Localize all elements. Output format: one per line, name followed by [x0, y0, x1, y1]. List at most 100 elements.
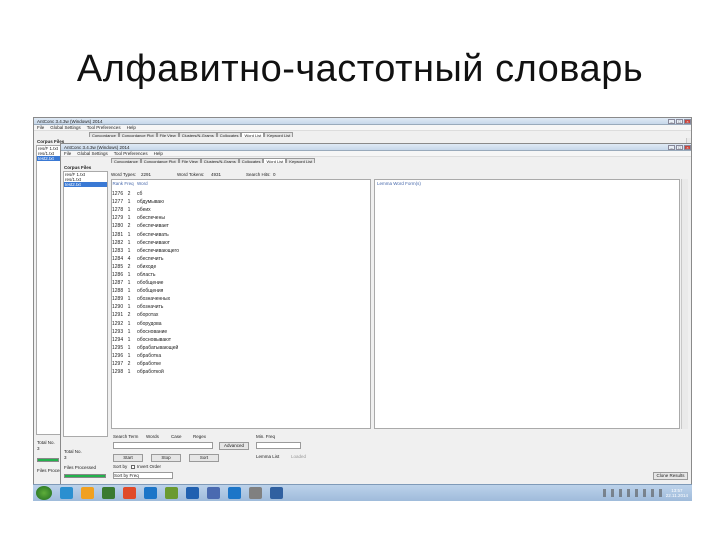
outer-menu-tool-preferences[interactable]: Tool Preferences	[87, 125, 121, 130]
corpus-files-list[interactable]: res/F 1.txt res/1.txt test2.txt	[63, 171, 108, 437]
rank-cell: 1294	[112, 336, 124, 343]
taskbar-app-icon[interactable]	[207, 487, 220, 499]
outer-file-item-selected[interactable]: test2.txt	[37, 156, 60, 161]
outer-menu-help[interactable]: Help	[127, 125, 136, 130]
outer-tab-word-list[interactable]: Word List	[241, 132, 265, 138]
taskbar-app-icon[interactable]	[81, 487, 94, 499]
word-cell: обработке	[137, 361, 162, 368]
taskbar-app-icon[interactable]	[60, 487, 73, 499]
search-term-input[interactable]	[113, 442, 213, 449]
outer-tab-collocates[interactable]: Collocates	[216, 132, 242, 138]
word-list-row[interactable]: 1293 1 обоснование	[112, 328, 370, 336]
outer-menu-global-settings[interactable]: Global Settings	[50, 125, 81, 130]
inner-menu-help[interactable]: Help	[154, 151, 163, 156]
word-list-row[interactable]: 1289 1 обозначенных	[112, 295, 370, 303]
word-list-row[interactable]: 1297 2 обработке	[112, 360, 370, 368]
close-icon[interactable]: ×	[684, 144, 691, 150]
taskbar-app-icon[interactable]	[228, 487, 241, 499]
system-tray: 13:57 22.11.2014	[602, 488, 692, 498]
search-option-regex[interactable]: Regex	[193, 434, 206, 439]
word-list-row[interactable]: 1281 1 обеспечивать	[112, 230, 370, 238]
word-list-row[interactable]: 1280 2 обеспечивает	[112, 222, 370, 230]
rank-cell: 1284	[112, 255, 124, 262]
file-item-selected[interactable]: test2.txt	[64, 182, 107, 187]
tab-word-list[interactable]: Word List	[263, 158, 287, 164]
inner-title-bar[interactable]: AntConc 3.4.3w (Windows) 2014 – □ ×	[61, 144, 691, 151]
inner-menu-tool-preferences[interactable]: Tool Preferences	[114, 151, 148, 156]
outer-menu-file[interactable]: File	[37, 125, 44, 130]
taskbar-app-icon[interactable]	[123, 487, 136, 499]
word-list-row[interactable]: 1283 1 обеспечивающего	[112, 247, 370, 255]
word-column-header[interactable]: Word	[134, 181, 148, 186]
min-freq-input[interactable]	[256, 442, 301, 449]
outer-corpus-files-list[interactable]: res/F 1.txt res/1.txt test2.txt	[36, 145, 61, 435]
search-option-case[interactable]: Case	[171, 434, 182, 439]
freq-cell: 1	[127, 215, 131, 222]
clock-date[interactable]: 22.11.2014	[666, 493, 688, 498]
word-list-row[interactable]: 1279 1 обеспечены	[112, 214, 370, 222]
word-list-row[interactable]: 1276 2 сб	[112, 190, 370, 198]
lemma-column-header[interactable]: Lemma Word Form(s)	[377, 181, 421, 186]
freq-column-header[interactable]: Freq	[124, 181, 134, 186]
taskbar-app-icon[interactable]	[144, 487, 157, 499]
word-list-row[interactable]: 1288 1 обобщения	[112, 287, 370, 295]
word-list-row[interactable]: 1285 2 обиходе	[112, 263, 370, 271]
freq-cell: 1	[127, 247, 131, 254]
taskbar-app-icon[interactable]	[102, 487, 115, 499]
outer-title-bar[interactable]: AntConc 3.4.3w (Windows) 2014 – □ ×	[34, 118, 691, 125]
word-list-row[interactable]: 1290 1 обозначить	[112, 303, 370, 311]
taskbar-app-icon[interactable]	[249, 487, 262, 499]
outer-tab-clusters[interactable]: Clusters/N-Grams	[178, 132, 217, 138]
word-list-row[interactable]: 1287 1 обобщение	[112, 279, 370, 287]
tab-concordance[interactable]: Concordance	[111, 158, 141, 164]
maximize-icon[interactable]: □	[676, 144, 683, 150]
taskbar-app-icon[interactable]	[186, 487, 199, 499]
outer-tab-concordance-plot[interactable]: Concordance Plot	[118, 132, 157, 138]
word-list-row[interactable]: 1296 1 обработка	[112, 352, 370, 360]
rank-cell: 1288	[112, 288, 124, 295]
close-icon[interactable]: ×	[684, 118, 691, 124]
word-list-row[interactable]: 1278 1 обеих	[112, 206, 370, 214]
word-list-row[interactable]: 1284 4 обеспечить	[112, 255, 370, 263]
rank-cell: 1279	[112, 215, 124, 222]
word-list-row[interactable]: 1292 1 оборудова	[112, 320, 370, 328]
advanced-button[interactable]: Advanced	[219, 442, 249, 450]
start-orb-icon[interactable]	[36, 486, 52, 500]
clone-results-button[interactable]: Clone Results	[653, 472, 688, 480]
outer-tab-keyword-list[interactable]: Keyword List	[264, 132, 294, 138]
word-list-row[interactable]: 1294 1 обосновывают	[112, 336, 370, 344]
minimize-icon[interactable]: –	[668, 144, 675, 150]
sort-by-select[interactable]: Sort by Freq	[113, 472, 173, 479]
tab-keyword-list[interactable]: Keyword List	[286, 158, 316, 164]
minimize-icon[interactable]: –	[668, 118, 675, 124]
rank-cell: 1297	[112, 361, 124, 368]
inner-menu-file[interactable]: File	[64, 151, 71, 156]
word-list-row[interactable]: 1298 1 обработкой	[112, 368, 370, 376]
tab-concordance-plot[interactable]: Concordance Plot	[140, 158, 179, 164]
tab-file-view[interactable]: File View	[178, 158, 201, 164]
word-list-row[interactable]: 1277 1 обдумываю	[112, 198, 370, 206]
start-button[interactable]: Start	[113, 454, 143, 462]
outer-tab-file-view[interactable]: File View	[156, 132, 179, 138]
maximize-icon[interactable]: □	[676, 118, 683, 124]
tab-collocates[interactable]: Collocates	[238, 158, 264, 164]
word-cell: обеспечивающего	[137, 247, 180, 254]
outer-tab-concordance[interactable]: Concordance	[89, 132, 119, 138]
word-list-scrollbar[interactable]	[681, 179, 688, 429]
search-option-words[interactable]: Words	[146, 434, 159, 439]
word-list-row[interactable]: 1295 1 обрабатывающей	[112, 344, 370, 352]
sort-button[interactable]: Sort	[189, 454, 219, 462]
word-list-row[interactable]: 1282 1 обеспечивают	[112, 239, 370, 247]
taskbar-app-icon[interactable]	[165, 487, 178, 499]
tab-clusters-ngrams[interactable]: Clusters/N-Grams	[200, 158, 239, 164]
stop-button[interactable]: Stop	[151, 454, 181, 462]
freq-cell: 1	[127, 231, 131, 238]
word-list-row[interactable]: 1286 1 область	[112, 271, 370, 279]
invert-order-checkbox[interactable]	[131, 465, 135, 469]
rank-cell: 1282	[112, 239, 124, 246]
taskbar-app-icon[interactable]	[270, 487, 283, 499]
inner-menu-global-settings[interactable]: Global Settings	[77, 151, 108, 156]
freq-cell: 2	[127, 223, 131, 230]
rank-column-header[interactable]: Rank	[112, 181, 124, 186]
word-list-row[interactable]: 1291 2 оборотах	[112, 311, 370, 319]
